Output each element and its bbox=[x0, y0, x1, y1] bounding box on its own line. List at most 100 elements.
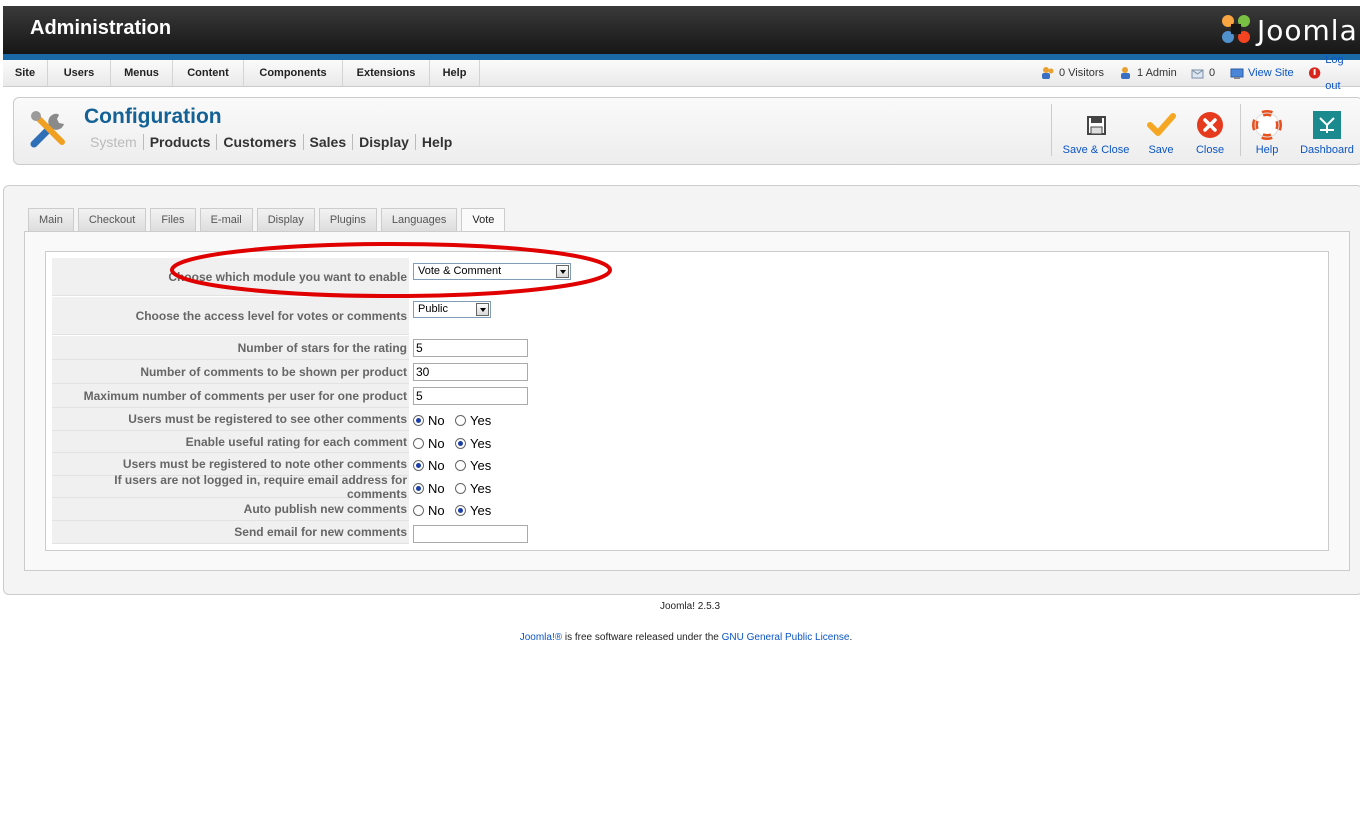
tab-languages[interactable]: Languages bbox=[380, 208, 458, 232]
tab-main[interactable]: Main bbox=[28, 208, 74, 232]
reg-see-no-radio[interactable]: No bbox=[413, 413, 445, 428]
radio-unselected-icon bbox=[413, 505, 424, 516]
email-req-no-radio[interactable]: No bbox=[413, 481, 445, 496]
radio-label: Yes bbox=[470, 413, 492, 428]
footer-version: Joomla! 2.5.3 bbox=[659, 601, 721, 612]
save-label: Save bbox=[1148, 144, 1174, 156]
radio-unselected-icon bbox=[455, 415, 466, 426]
help-button[interactable]: Help bbox=[1248, 104, 1286, 158]
reg-note-no-radio[interactable]: No bbox=[413, 458, 445, 473]
reg-see-row: Users must be registered to see other co… bbox=[52, 408, 1322, 431]
users-icon bbox=[1042, 67, 1054, 79]
submenu-display[interactable]: Display bbox=[353, 134, 416, 150]
submenu-sales[interactable]: Sales bbox=[304, 134, 354, 150]
admin-user-icon bbox=[1121, 67, 1130, 79]
submenu-system: System bbox=[90, 134, 144, 150]
toolbar-box: Configuration System Products Customers … bbox=[13, 97, 1360, 165]
lifebuoy-help-icon bbox=[1252, 110, 1282, 140]
joomla-logo-text: Joomla! bbox=[1257, 14, 1360, 47]
autopublish-yes-radio[interactable]: Yes bbox=[455, 503, 491, 518]
chevron-down-icon bbox=[476, 303, 489, 316]
max-comments-row: Maximum number of comments per user for … bbox=[52, 384, 1322, 408]
messages-status[interactable]: 0 bbox=[1191, 60, 1215, 86]
access-select[interactable]: Public bbox=[413, 301, 491, 318]
stars-label: Number of stars for the rating bbox=[52, 336, 409, 360]
submenu-products[interactable]: Products bbox=[144, 134, 218, 150]
view-site-label[interactable]: View Site bbox=[1248, 60, 1294, 86]
tab-files[interactable]: Files bbox=[150, 208, 196, 232]
autopublish-label: Auto publish new comments bbox=[52, 498, 409, 521]
radio-label: Yes bbox=[470, 458, 492, 473]
close-label: Close bbox=[1195, 144, 1225, 156]
email-req-yes-radio[interactable]: Yes bbox=[455, 481, 491, 496]
toolbar-separator bbox=[1240, 104, 1241, 156]
max-comments-label: Maximum number of comments per user for … bbox=[52, 384, 409, 408]
close-icon bbox=[1197, 112, 1223, 138]
menu-site[interactable]: Site bbox=[3, 60, 48, 86]
reg-note-yes-radio[interactable]: Yes bbox=[455, 458, 491, 473]
submenu-help[interactable]: Help bbox=[416, 134, 458, 150]
tab-email[interactable]: E-mail bbox=[199, 208, 253, 232]
reg-see-yes-radio[interactable]: Yes bbox=[455, 413, 491, 428]
access-select-value: Public bbox=[418, 303, 448, 315]
radio-label: Yes bbox=[470, 503, 492, 518]
max-comments-input[interactable] bbox=[413, 387, 528, 405]
config-tabs: Main Checkout Files E-mail Display Plugi… bbox=[28, 208, 509, 233]
save-close-icon bbox=[1087, 116, 1106, 135]
menu-users[interactable]: Users bbox=[48, 60, 111, 86]
license-end: . bbox=[849, 632, 853, 643]
logout-link[interactable]: Log out bbox=[1308, 54, 1360, 92]
messages-count: 0 bbox=[1209, 67, 1216, 79]
autopublish-row: Auto publish new comments No Yes bbox=[52, 498, 1322, 521]
tab-vote[interactable]: Vote bbox=[461, 208, 506, 233]
tab-plugins[interactable]: Plugins bbox=[318, 208, 377, 232]
page-title: Configuration bbox=[84, 105, 222, 128]
configuration-tools-icon bbox=[30, 111, 65, 148]
menu-menus[interactable]: Menus bbox=[111, 60, 173, 86]
stars-input[interactable] bbox=[413, 339, 528, 357]
module-select[interactable]: Vote & Comment bbox=[413, 263, 571, 280]
save-button[interactable]: Save bbox=[1142, 104, 1180, 158]
reg-see-label: Users must be registered to see other co… bbox=[52, 408, 409, 431]
joomla-logo[interactable]: Joomla! bbox=[1219, 12, 1360, 48]
menu-extensions[interactable]: Extensions bbox=[343, 60, 430, 86]
admins-status: 1 Admin bbox=[1119, 60, 1177, 86]
useful-label: Enable useful rating for each comment bbox=[52, 431, 409, 453]
radio-selected-icon bbox=[413, 483, 424, 494]
view-site-link[interactable]: View Site bbox=[1230, 60, 1294, 86]
autopublish-no-radio[interactable]: No bbox=[413, 503, 445, 518]
comments-shown-input[interactable] bbox=[413, 363, 528, 381]
submenu-customers[interactable]: Customers bbox=[217, 134, 304, 150]
license-text: is free software released under the bbox=[562, 632, 722, 643]
radio-label: No bbox=[428, 458, 445, 473]
checkmark-icon bbox=[1147, 113, 1176, 136]
dashboard-button[interactable]: Dashboard bbox=[1298, 104, 1356, 158]
useful-row: Enable useful rating for each comment No… bbox=[52, 431, 1322, 453]
access-label: Choose the access level for votes or com… bbox=[52, 297, 409, 335]
radio-label: No bbox=[428, 481, 445, 496]
radio-label: No bbox=[428, 436, 445, 451]
radio-selected-icon bbox=[413, 460, 424, 471]
gpl-link[interactable]: GNU General Public License bbox=[722, 632, 850, 643]
radio-label: No bbox=[428, 413, 445, 428]
close-button[interactable]: Close bbox=[1188, 104, 1232, 158]
menu-content[interactable]: Content bbox=[173, 60, 244, 86]
joomla-link[interactable]: Joomla!® bbox=[520, 632, 562, 643]
email-req-label: If users are not logged in, require emai… bbox=[52, 473, 409, 501]
comments-shown-row: Number of comments to be shown per produ… bbox=[52, 360, 1322, 384]
useful-yes-radio[interactable]: Yes bbox=[455, 436, 491, 451]
useful-no-radio[interactable]: No bbox=[413, 436, 445, 451]
tab-checkout[interactable]: Checkout bbox=[77, 208, 147, 232]
messages-icon bbox=[1191, 69, 1204, 79]
send-email-input[interactable] bbox=[413, 525, 528, 543]
save-close-label: Save & Close bbox=[1062, 144, 1130, 156]
monitor-icon bbox=[1230, 68, 1244, 79]
menu-help[interactable]: Help bbox=[430, 60, 480, 86]
logout-label[interactable]: Log out bbox=[1325, 47, 1360, 99]
radio-unselected-icon bbox=[455, 483, 466, 494]
radio-selected-icon bbox=[455, 505, 466, 516]
tab-display[interactable]: Display bbox=[256, 208, 315, 232]
visitors-count: 0 Visitors bbox=[1059, 67, 1105, 79]
save-close-button[interactable]: Save & Close bbox=[1059, 104, 1133, 158]
menu-components[interactable]: Components bbox=[244, 60, 343, 86]
